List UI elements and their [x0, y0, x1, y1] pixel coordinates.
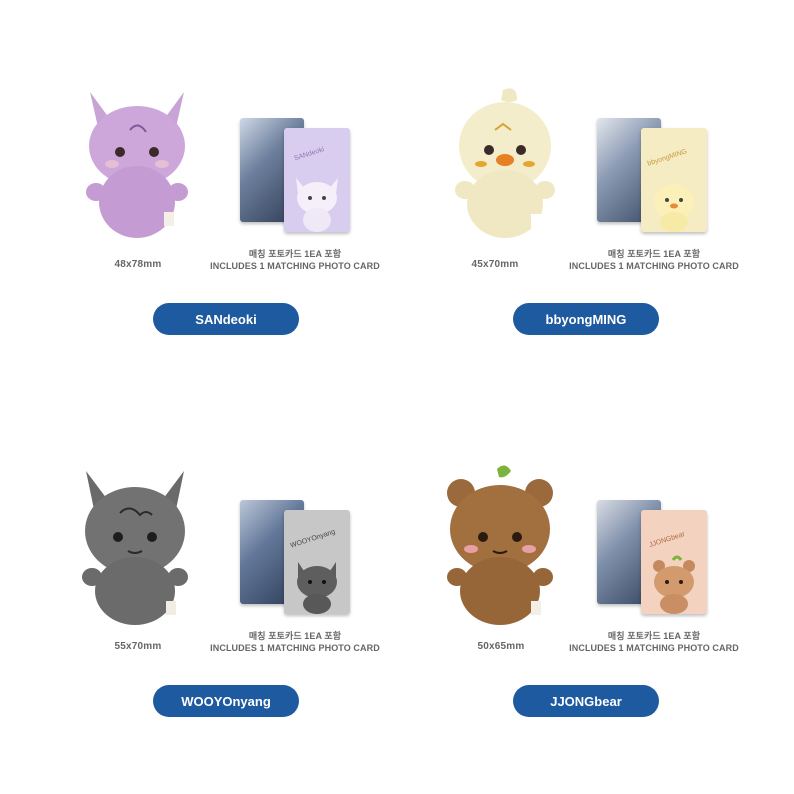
product-jjongbear: 50x65mm JJONGbear 매칭 포토카드 1EA 포함 INCLUDE… [397, 397, 794, 794]
note-english: INCLUDES 1 MATCHING PHOTO CARD [210, 261, 380, 271]
note-korean: 매칭 포토카드 1EA 포함 [607, 631, 701, 641]
bbyongming-name-button[interactable]: bbyongMING [513, 303, 659, 335]
card-label: WOOYOnyang [290, 529, 337, 550]
wooyonyang-plush-image [82, 471, 188, 625]
card-label: JJONGbear [648, 531, 686, 549]
illustration-card: bbyongMING [641, 128, 707, 232]
bbyongming-plush-image [455, 88, 555, 238]
bbyongming-size: 45x70mm [471, 259, 519, 270]
jjongbear-note: 매칭 포토카드 1EA 포함 INCLUDES 1 MATCHING PHOTO… [554, 630, 754, 654]
note-english: INCLUDES 1 MATCHING PHOTO CARD [569, 261, 739, 271]
note-korean: 매칭 포토카드 1EA 포함 [248, 631, 342, 641]
card-label: SANdeoki [293, 146, 325, 162]
wooyonyang-card-art: WOOYOnyang [290, 529, 337, 614]
product-wooyonyang: 55x70mm WOOYOnyang 매칭 포토카드 1EA 포함 INCLUD… [0, 397, 397, 794]
note-english: INCLUDES 1 MATCHING PHOTO CARD [569, 643, 739, 653]
jjongbear-size: 50x65mm [477, 641, 525, 652]
product-sandeoki: 48x78mm SANdeoki 매칭 포토카드 1EA 포함 INCLUDES… [0, 0, 397, 397]
sandeoki-name-button[interactable]: SANdeoki [153, 303, 299, 335]
product-bbyongming: 45x70mm bbyongMING 매칭 포토카드 1EA 포함 INCLUD… [397, 0, 794, 397]
bbyongming-card-art: bbyongMING [647, 148, 694, 232]
note-english: INCLUDES 1 MATCHING PHOTO CARD [210, 643, 380, 653]
jjongbear-card-art: JJONGbear [648, 531, 695, 614]
bbyongming-note: 매칭 포토카드 1EA 포함 INCLUDES 1 MATCHING PHOTO… [554, 248, 754, 272]
illustration-card: SANdeoki [284, 128, 350, 232]
wooyonyang-size: 55x70mm [114, 641, 162, 652]
sandeoki-size: 48x78mm [114, 259, 162, 270]
wooyonyang-note: 매칭 포토카드 1EA 포함 INCLUDES 1 MATCHING PHOTO… [195, 630, 395, 654]
bbyongming-photocard: bbyongMING [597, 118, 717, 232]
jjongbear-plush-image [447, 465, 553, 625]
jjongbear-photocard: JJONGbear [597, 500, 717, 614]
illustration-card: WOOYOnyang [284, 510, 350, 614]
card-label: bbyongMING [647, 148, 688, 167]
illustration-card: JJONGbear [641, 510, 707, 614]
wooyonyang-name-button[interactable]: WOOYOnyang [153, 685, 299, 717]
sandeoki-note: 매칭 포토카드 1EA 포함 INCLUDES 1 MATCHING PHOTO… [195, 248, 395, 272]
wooyonyang-photocard: WOOYOnyang [240, 500, 360, 614]
note-korean: 매칭 포토카드 1EA 포함 [248, 249, 342, 259]
note-korean: 매칭 포토카드 1EA 포함 [607, 249, 701, 259]
sandeoki-plush-image [86, 92, 188, 238]
jjongbear-name-button[interactable]: JJONGbear [513, 685, 659, 717]
sandeoki-card-art: SANdeoki [293, 146, 338, 232]
sandeoki-photocard: SANdeoki [240, 118, 360, 232]
